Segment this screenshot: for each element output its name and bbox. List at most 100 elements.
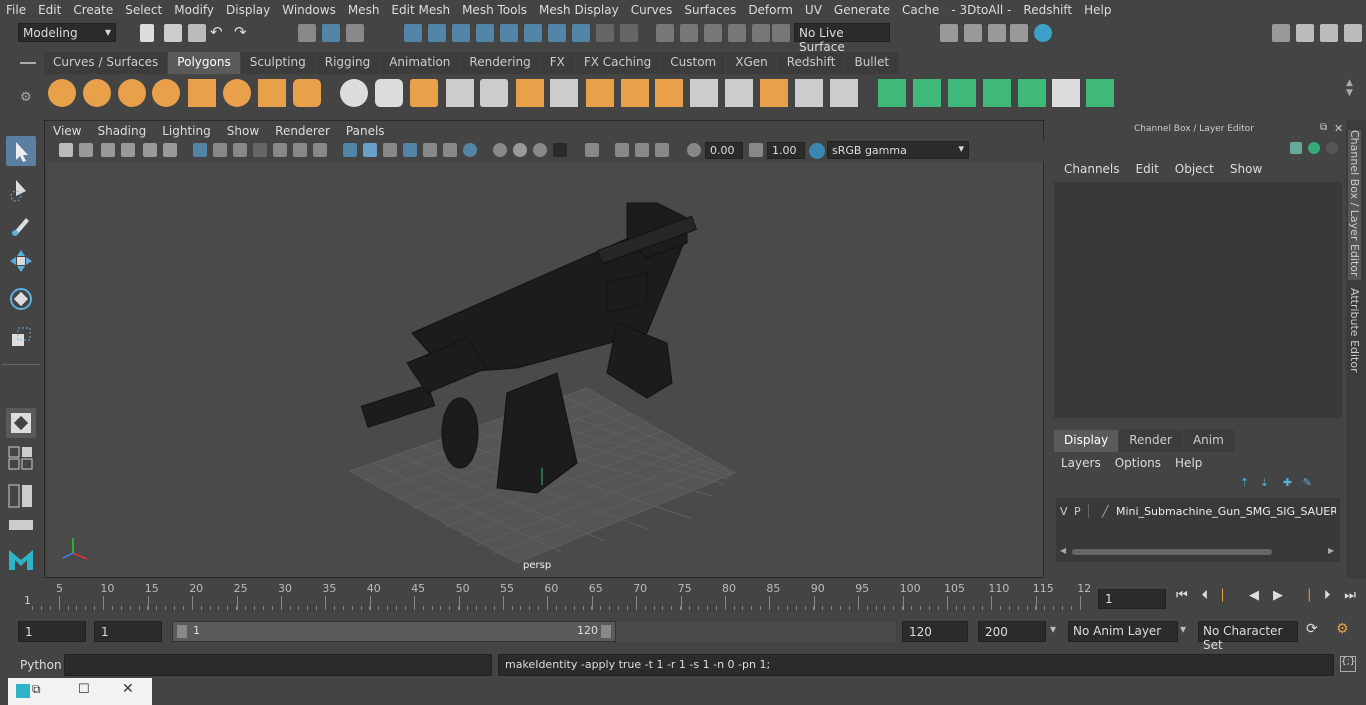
menu-select[interactable]: Select <box>119 3 168 17</box>
close-icon[interactable]: ✕ <box>122 681 134 697</box>
poly-pyramid-icon[interactable] <box>258 79 286 107</box>
step-back-icon[interactable]: ⏴ <box>1202 588 1209 608</box>
color-management-icon[interactable] <box>809 143 825 159</box>
channel-menu-object[interactable]: Object <box>1167 162 1222 180</box>
uv-cylindrical-icon[interactable] <box>913 79 941 107</box>
layer-tab-render[interactable]: Render <box>1119 430 1182 452</box>
separate-icon[interactable] <box>375 79 403 107</box>
render-current-icon[interactable] <box>964 24 982 42</box>
extrude-icon[interactable] <box>586 79 614 107</box>
channel-menu-channels[interactable]: Channels <box>1056 162 1128 180</box>
mode-dropdown[interactable]: Modeling ▾ <box>18 23 116 42</box>
menu-deform[interactable]: Deform <box>742 3 799 17</box>
soft-select-icon[interactable] <box>728 24 746 42</box>
uv-checker-icon[interactable] <box>1052 79 1080 107</box>
layout-two-pane-icon[interactable] <box>6 482 36 510</box>
character-set-dropdown[interactable]: No Character Set <box>1198 621 1298 652</box>
channel-menu-edit[interactable]: Edit <box>1128 162 1167 180</box>
frame-all-icon[interactable] <box>635 143 649 157</box>
gate-mask-icon[interactable] <box>253 143 267 157</box>
layer-playback-toggle[interactable]: P <box>1074 505 1088 518</box>
shelf-tab-rigging[interactable]: Rigging <box>315 52 380 74</box>
camera-attributes-icon[interactable] <box>79 143 93 157</box>
step-forward-icon[interactable]: ⏵ <box>1324 588 1331 608</box>
append-polygon-icon[interactable] <box>760 79 788 107</box>
menu-create[interactable]: Create <box>67 3 119 17</box>
viewport-menu-renderer[interactable]: Renderer <box>267 124 338 138</box>
textured-icon[interactable] <box>403 143 417 157</box>
exposure-field[interactable]: 0.00 <box>705 142 743 159</box>
chevron-down-icon[interactable]: ▾ <box>1180 622 1186 636</box>
symmetry-icon[interactable] <box>656 24 674 42</box>
wireframe-icon[interactable] <box>343 143 357 157</box>
fill-hole-icon[interactable] <box>795 79 823 107</box>
maximize-icon[interactable]: ☐ <box>78 682 90 697</box>
play-back-icon[interactable]: ◀ <box>1249 588 1259 608</box>
current-frame-field[interactable]: 1 <box>1098 589 1166 609</box>
poly-sphere-icon[interactable] <box>48 79 76 107</box>
shelf-tab-rendering[interactable]: Rendering <box>460 52 540 74</box>
combine-icon[interactable] <box>340 79 368 107</box>
ipr-render-icon[interactable] <box>988 24 1006 42</box>
menu-mesh[interactable]: Mesh <box>342 3 386 17</box>
snap-curve-icon[interactable] <box>428 24 446 42</box>
menu-curves[interactable]: Curves <box>625 3 679 17</box>
gamma-field[interactable]: 1.00 <box>767 142 805 159</box>
redo-icon[interactable]: ↷ <box>234 23 247 41</box>
play-forward-icon[interactable]: ▶ <box>1273 588 1283 608</box>
uv-editor-icon[interactable] <box>1018 79 1046 107</box>
smooth-shade-icon[interactable] <box>363 143 377 157</box>
menu-help[interactable]: Help <box>1078 3 1117 17</box>
shelf-scroll-arrows[interactable]: ▲ ▼ <box>1346 78 1353 98</box>
shelf-tab-curves-surfaces[interactable]: Curves / Surfaces <box>44 52 168 74</box>
shelf-tab-fx-caching[interactable]: FX Caching <box>574 52 661 74</box>
shelf-tab-redshift[interactable]: Redshift <box>777 52 845 74</box>
select-lock-icon[interactable] <box>620 24 638 42</box>
viewport-canvas[interactable]: persp <box>47 163 1043 577</box>
shelf-tab-xgen[interactable]: XGen <box>726 52 777 74</box>
grease-pencil-icon[interactable] <box>163 143 177 157</box>
move-axis-icon[interactable] <box>1290 142 1302 154</box>
menu-mesh-display[interactable]: Mesh Display <box>533 3 625 17</box>
show-manipulator-icon[interactable] <box>6 408 36 438</box>
close-icon[interactable]: ✕ <box>1334 122 1343 135</box>
menu-file[interactable]: File <box>0 3 32 17</box>
go-to-end-icon[interactable]: ⏭ <box>1344 588 1356 608</box>
insert-edge-loop-icon[interactable] <box>690 79 718 107</box>
save-scene-icon[interactable] <box>188 24 206 42</box>
auto-key-icon[interactable]: ⟳ <box>1306 621 1318 637</box>
reflect-icon[interactable] <box>752 24 770 42</box>
menu-cache[interactable]: Cache <box>896 3 945 17</box>
step-back-key-icon[interactable]: ⎸ <box>1222 588 1235 608</box>
field-chart-icon[interactable] <box>273 143 287 157</box>
snap-view-plane-icon[interactable] <box>476 24 494 42</box>
render-settings-icon[interactable] <box>1010 24 1028 42</box>
menu-mesh-tools[interactable]: Mesh Tools <box>456 3 533 17</box>
poly-cone-icon[interactable] <box>152 79 180 107</box>
resolution-gate-icon[interactable] <box>233 143 247 157</box>
bridge-icon[interactable] <box>621 79 649 107</box>
offset-edge-icon[interactable] <box>725 79 753 107</box>
snap-surface-icon[interactable] <box>500 24 518 42</box>
uv-automatic-icon[interactable] <box>983 79 1011 107</box>
image-plane-icon[interactable] <box>121 143 135 157</box>
green-dot-icon[interactable] <box>1308 142 1320 154</box>
lock-icon[interactable] <box>596 24 614 42</box>
script-editor-icon[interactable]: {;} <box>1340 656 1356 672</box>
menu-windows[interactable]: Windows <box>276 3 342 17</box>
range-slider-end-handle[interactable] <box>601 625 611 638</box>
layer-tab-display[interactable]: Display <box>1054 430 1119 452</box>
lasso-icon[interactable] <box>680 24 698 42</box>
poly-pipe-icon[interactable] <box>293 79 321 107</box>
go-to-start-icon[interactable]: ⏮ <box>1176 588 1188 608</box>
undo-icon[interactable]: ↶ <box>210 23 223 41</box>
lasso-tool-icon[interactable] <box>6 174 36 204</box>
animation-preferences-icon[interactable]: ⚙ <box>1336 621 1349 637</box>
camera-icon[interactable] <box>59 143 73 157</box>
shelf-tab-custom[interactable]: Custom <box>661 52 726 74</box>
motion-blur-icon[interactable] <box>513 143 527 157</box>
bookmark-icon[interactable] <box>101 143 115 157</box>
shelf-menu-icon[interactable] <box>18 56 38 72</box>
viewport-menu-panels[interactable]: Panels <box>338 124 393 138</box>
layer-menu-options[interactable]: Options <box>1108 454 1168 474</box>
